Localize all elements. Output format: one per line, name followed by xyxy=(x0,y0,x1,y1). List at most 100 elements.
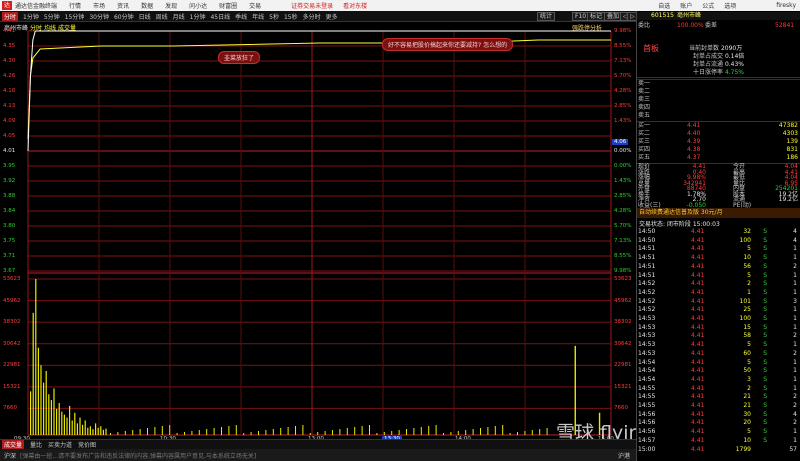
tick-row: 14:51 4.41 56 S 2 xyxy=(637,263,800,271)
tab-5sec[interactable]: 5秒 xyxy=(269,12,279,21)
intraday-chart[interactable]: 亳州市峰 分时 均线 成交量 强跌停分析 4.41 4.35 4.30 4.26 4.1… xyxy=(0,22,635,442)
tick-volume: 101 xyxy=(739,297,751,305)
tab-1min[interactable]: 1分钟 xyxy=(23,12,39,21)
tab-multi-fenshi[interactable]: 多分时 xyxy=(303,12,321,21)
volume-bar xyxy=(58,402,60,435)
tick-row: 14:52 4.41 25 S 1 xyxy=(637,306,800,314)
notice-link[interactable]: 看对东楼 xyxy=(343,1,367,10)
tab-year[interactable]: 年线 xyxy=(252,12,264,21)
tick-count: 4 xyxy=(793,236,797,244)
tab-30min[interactable]: 30分钟 xyxy=(89,12,109,21)
volume-bar xyxy=(420,427,422,435)
buy-row: 买二 4.40 4303 xyxy=(637,130,800,138)
buy-price: 4.39 xyxy=(687,138,701,145)
volume-bar xyxy=(280,428,282,435)
price-tick-label: 4.13 xyxy=(3,103,16,109)
tick-row: 14:56 4.41 20 S 2 xyxy=(637,419,800,427)
tick-count: 2 xyxy=(793,419,797,427)
volume-bar xyxy=(74,412,76,435)
tick-time: 14:53 xyxy=(638,332,656,340)
pct-tick-label: 0.00% xyxy=(614,148,632,154)
volume-bar xyxy=(517,432,518,435)
tick-volume: 20 xyxy=(743,419,751,427)
price-tick-label: 3.75 xyxy=(3,238,16,244)
menu-item-hangqing[interactable]: 行情 xyxy=(69,1,81,10)
pct-tick-label: 0.00% xyxy=(614,163,632,169)
menu-item-jiaoyi[interactable]: 交易 xyxy=(249,1,261,10)
tick-volume: 5 xyxy=(747,245,751,253)
tab-15sec[interactable]: 15秒 xyxy=(284,12,298,21)
options-button[interactable]: 选项 xyxy=(724,1,736,10)
price-tick-label: 4.35 xyxy=(3,43,16,49)
tick-volume: 1799 xyxy=(735,445,751,453)
volume-bar xyxy=(45,370,47,435)
buy-label: 买三 xyxy=(638,138,651,145)
tab-day[interactable]: 日线 xyxy=(139,12,151,21)
stat-button[interactable]: 统计 xyxy=(537,12,556,21)
volume-bar xyxy=(110,433,111,435)
tick-direction: S xyxy=(763,419,767,427)
menu-item-shuju[interactable]: 数据 xyxy=(141,1,153,10)
tab-60min[interactable]: 60分钟 xyxy=(114,12,134,21)
app-name: 通达信金融终端 xyxy=(15,3,58,10)
tab-5min[interactable]: 5分钟 xyxy=(44,12,60,21)
volume-bar xyxy=(258,431,259,435)
buy-label: 买五 xyxy=(638,154,651,161)
volume-bar xyxy=(391,431,393,435)
volume-tick-label: 22981 xyxy=(3,362,21,369)
tab-1min-b[interactable]: 1分钟 xyxy=(190,12,206,21)
tick-count: 1 xyxy=(793,315,797,322)
fee-notice[interactable]: 自动续费通达信普及版 30元/月 xyxy=(637,208,800,218)
mark-button[interactable]: 标记 xyxy=(587,12,606,21)
tab-15min[interactable]: 15分钟 xyxy=(65,12,85,21)
tick-direction: S xyxy=(763,315,767,322)
tab-auction[interactable]: 竞价图 xyxy=(78,440,96,449)
menu-item-faxian[interactable]: 发现 xyxy=(165,1,177,10)
volume-tick-label-right: 30642 xyxy=(614,340,632,347)
danmu-bubble-1[interactable]: 韭菜放狂了 xyxy=(218,51,261,64)
menu-item-caifuquan[interactable]: 财富圈 xyxy=(219,1,237,10)
volume-bar xyxy=(494,426,496,435)
tick-row: 14:54 4.41 50 S 1 xyxy=(637,367,800,375)
tick-row: 14:55 4.41 21 S 2 xyxy=(637,393,800,401)
zixuan-button[interactable]: 自选 xyxy=(658,1,670,10)
tick-volume: 2 xyxy=(747,280,751,288)
tab-season[interactable]: 季线 xyxy=(235,12,247,21)
volume-bar xyxy=(50,400,52,435)
tab-fenshi[interactable]: 分时 xyxy=(2,11,19,21)
pct-tick-label: 1.43% xyxy=(614,178,632,184)
buy-row: 买三 4.39 139 xyxy=(637,138,800,146)
tab-more[interactable]: 更多 xyxy=(326,12,338,21)
volume-bar xyxy=(63,414,65,435)
tick-row: 14:50 4.41 32 S 4 xyxy=(637,228,800,236)
volume-bar xyxy=(524,431,526,435)
tick-count: 2 xyxy=(793,402,797,409)
username[interactable]: firesky xyxy=(776,2,796,9)
status-market-right[interactable]: 沪港 xyxy=(618,451,630,460)
tick-count: 1 xyxy=(793,271,797,279)
tab-volume-indicator[interactable]: 成交量 xyxy=(2,440,25,449)
pct-tick-label: 2.85% xyxy=(614,103,632,109)
price-tick-label: 3.80 xyxy=(3,223,16,229)
volume-bar xyxy=(406,429,407,435)
tick-volume: 56 xyxy=(743,262,751,270)
menu-item-shichang[interactable]: 市场 xyxy=(93,1,105,10)
weibi-row: 委比 100.00% 委差 52841 xyxy=(637,22,800,30)
volume-bar xyxy=(40,365,42,435)
formula-button[interactable]: 公式 xyxy=(702,1,714,10)
tab-liangbi[interactable]: 量比 xyxy=(30,440,42,449)
login-notice[interactable]: 证券交易未登录 xyxy=(291,1,333,10)
tick-price: 4.41 xyxy=(691,445,705,453)
menu-item-wenxiaoda[interactable]: 问小达 xyxy=(189,1,207,10)
tab-week[interactable]: 周线 xyxy=(156,12,168,21)
status-market-left[interactable]: 沪深 xyxy=(4,451,16,460)
tab-month[interactable]: 月线 xyxy=(173,12,185,21)
tab-45day[interactable]: 45日线 xyxy=(210,12,230,21)
menu-item-zixun[interactable]: 资讯 xyxy=(117,1,129,10)
account-button[interactable]: 账户 xyxy=(680,1,692,10)
tick-count: 2 xyxy=(793,262,797,270)
volume-bar xyxy=(502,425,504,435)
danmu-bubble-2[interactable]: 好不容易把股价搞起来你还要减持? 怎么想的 xyxy=(382,38,514,51)
tab-buysell-force[interactable]: 买卖力道 xyxy=(48,440,72,449)
indicator-tabs: 成交量 量比 买卖力道 竞价图 xyxy=(0,439,636,449)
